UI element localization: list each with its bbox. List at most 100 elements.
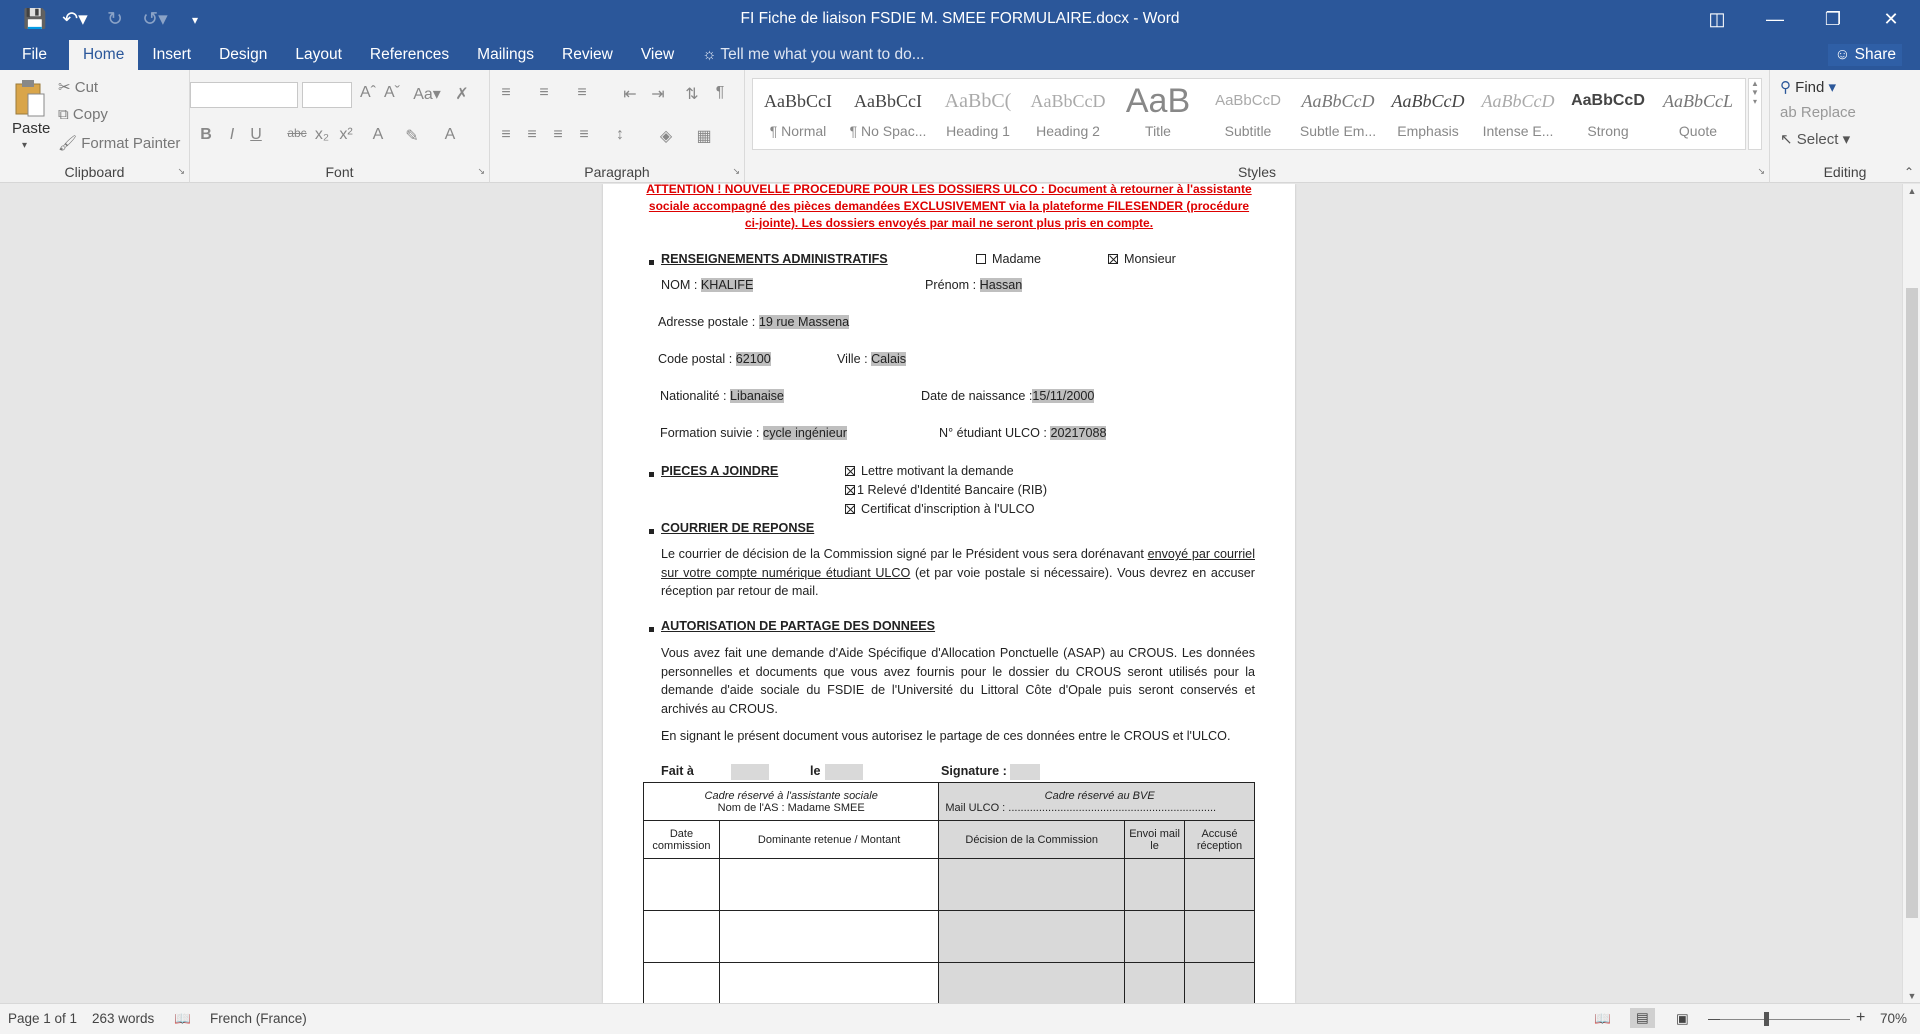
adresse-field[interactable]: 19 rue Massena: [758, 315, 850, 329]
tab-references[interactable]: References: [356, 40, 463, 70]
table-cell[interactable]: [718, 858, 940, 911]
zoom-slider-handle[interactable]: [1764, 1012, 1769, 1026]
tab-mailings[interactable]: Mailings: [463, 40, 548, 70]
table-cell[interactable]: [1184, 858, 1255, 911]
table-cell[interactable]: [643, 910, 720, 963]
paragraph-launcher-icon[interactable]: ↘: [732, 166, 740, 177]
piece-certificat[interactable]: Certificat d'inscription à l'ULCO: [845, 502, 1034, 516]
subscript-icon[interactable]: x₂: [312, 126, 332, 144]
tab-home[interactable]: Home: [68, 40, 139, 70]
cp-field[interactable]: 62100: [735, 352, 771, 366]
fait-field[interactable]: [731, 764, 769, 780]
format-painter-button[interactable]: 🖌 Format Painter: [58, 134, 180, 152]
tab-design[interactable]: Design: [205, 40, 281, 70]
piece-lettre[interactable]: Lettre motivant la demande: [845, 464, 1014, 478]
language[interactable]: French (France): [210, 1011, 307, 1026]
table-cell[interactable]: [718, 962, 940, 1003]
nom-field[interactable]: KHALIFE: [700, 278, 754, 292]
clipboard-launcher-icon[interactable]: ↘: [177, 166, 185, 177]
zoom-level[interactable]: 70%: [1880, 1011, 1907, 1026]
table-cell[interactable]: [643, 962, 720, 1003]
restore-icon[interactable]: ❐: [1804, 0, 1862, 40]
styles-launcher-icon[interactable]: ↘: [1757, 166, 1765, 177]
style-quote[interactable]: AaBbCcL Quote: [1653, 79, 1743, 151]
tab-file[interactable]: File: [0, 40, 69, 70]
copy-button[interactable]: ⧉ Copy: [58, 106, 108, 123]
document-page[interactable]: ATTENTION ! NOUVELLE PROCEDURE POUR LES …: [603, 184, 1295, 1003]
style-subtle-emphasis[interactable]: AaBbCcD Subtle Em...: [1293, 79, 1383, 151]
signature-field[interactable]: [1010, 764, 1040, 780]
bold-icon[interactable]: B: [196, 126, 216, 144]
grow-font-icon[interactable]: Aˆ: [358, 84, 378, 102]
font-color-icon[interactable]: A: [440, 126, 460, 144]
table-cell[interactable]: [1124, 858, 1186, 911]
vertical-scrollbar[interactable]: ▲ ▼: [1902, 184, 1920, 1003]
madame-checkbox[interactable]: Madame: [976, 252, 1041, 266]
close-icon[interactable]: ✕: [1862, 0, 1920, 40]
paste-button[interactable]: Paste: [12, 120, 50, 137]
style-no-spacing[interactable]: AaBbCcI ¶ No Spac...: [843, 79, 933, 151]
bullets-icon[interactable]: ≡: [496, 84, 516, 102]
table-cell[interactable]: [938, 858, 1126, 911]
table-cell[interactable]: [938, 910, 1126, 963]
table-cell[interactable]: [1184, 962, 1255, 1003]
proofing-icon[interactable]: 📖: [174, 1011, 191, 1027]
highlight-color-icon[interactable]: ✎: [402, 126, 422, 146]
find-button[interactable]: ⚲ Find ▾: [1780, 78, 1836, 96]
collapse-ribbon-icon[interactable]: ⌃: [1904, 165, 1914, 179]
zoom-slider[interactable]: [1720, 1012, 1850, 1026]
clear-formatting-icon[interactable]: ✗: [452, 84, 472, 104]
decrease-indent-icon[interactable]: ⇤: [620, 84, 640, 104]
nationalite-field[interactable]: Libanaise: [730, 389, 784, 403]
style-heading-1[interactable]: AaBbC(Heading 1: [933, 79, 1023, 151]
increase-indent-icon[interactable]: ⇥: [648, 84, 668, 104]
prenom-field[interactable]: Hassan: [979, 278, 1023, 292]
align-left-icon[interactable]: ≡: [496, 126, 516, 144]
font-name-box[interactable]: [190, 82, 298, 108]
strikethrough-icon[interactable]: abc: [284, 126, 310, 140]
replace-button[interactable]: ab Replace: [1780, 104, 1856, 121]
word-count[interactable]: 263 words: [92, 1011, 154, 1026]
dob-field[interactable]: 15/11/2000: [1032, 389, 1095, 403]
style-normal[interactable]: AaBbCcI ¶ Normal: [753, 79, 843, 151]
italic-icon[interactable]: I: [222, 126, 242, 144]
tab-view[interactable]: View: [627, 40, 688, 70]
style-subtitle[interactable]: AaBbCcD Subtitle: [1203, 79, 1293, 151]
styles-scroll[interactable]: ▲ ▼ ▾: [1748, 78, 1762, 150]
cut-button[interactable]: ✂ Cut: [58, 78, 98, 96]
text-effects-icon[interactable]: A: [368, 126, 388, 144]
change-case-icon[interactable]: Aa▾: [412, 84, 442, 104]
table-cell[interactable]: [1124, 910, 1186, 963]
style-intense-emphasis[interactable]: AaBbCcD Intense E...: [1473, 79, 1563, 151]
font-launcher-icon[interactable]: ↘: [477, 166, 485, 177]
underline-icon[interactable]: U: [246, 126, 266, 144]
scroll-down-icon[interactable]: ▼: [1903, 991, 1920, 1001]
align-center-icon[interactable]: ≡: [522, 126, 542, 144]
tell-me-search[interactable]: ☼ Tell me what you want to do...: [702, 40, 924, 70]
tab-layout[interactable]: Layout: [281, 40, 356, 70]
style-strong[interactable]: AaBbCcD Strong: [1563, 79, 1653, 151]
piece-rib[interactable]: 1 Relevé d'Identité Bancaire (RIB): [845, 483, 1047, 497]
minimize-icon[interactable]: —: [1746, 0, 1804, 40]
shrink-font-icon[interactable]: Aˇ: [382, 84, 402, 102]
monsieur-checkbox[interactable]: Monsieur: [1108, 252, 1176, 266]
tab-insert[interactable]: Insert: [138, 40, 205, 70]
select-button[interactable]: ↖ Select ▾: [1780, 130, 1850, 148]
table-cell[interactable]: [938, 962, 1126, 1003]
font-size-box[interactable]: [302, 82, 352, 108]
print-layout-icon[interactable]: ▤: [1630, 1008, 1655, 1028]
style-heading-2[interactable]: AaBbCcD Heading 2: [1023, 79, 1113, 151]
shading-icon[interactable]: ◈: [656, 126, 676, 146]
scroll-up-icon[interactable]: ▲: [1903, 186, 1920, 196]
style-emphasis[interactable]: AaBbCcD Emphasis: [1383, 79, 1473, 151]
ribbon-display-options-icon[interactable]: ◫: [1688, 0, 1746, 40]
table-cell[interactable]: [643, 858, 720, 911]
share-button[interactable]: ☺ Share: [1828, 44, 1902, 66]
zoom-in-icon[interactable]: +: [1856, 1009, 1865, 1027]
justify-icon[interactable]: ≡: [574, 126, 594, 144]
multilevel-list-icon[interactable]: ≡: [572, 84, 592, 102]
borders-icon[interactable]: ▦: [694, 126, 714, 146]
web-layout-icon[interactable]: ▣: [1676, 1011, 1689, 1027]
read-mode-icon[interactable]: 📖: [1594, 1011, 1611, 1027]
sort-icon[interactable]: ⇅: [682, 84, 702, 104]
